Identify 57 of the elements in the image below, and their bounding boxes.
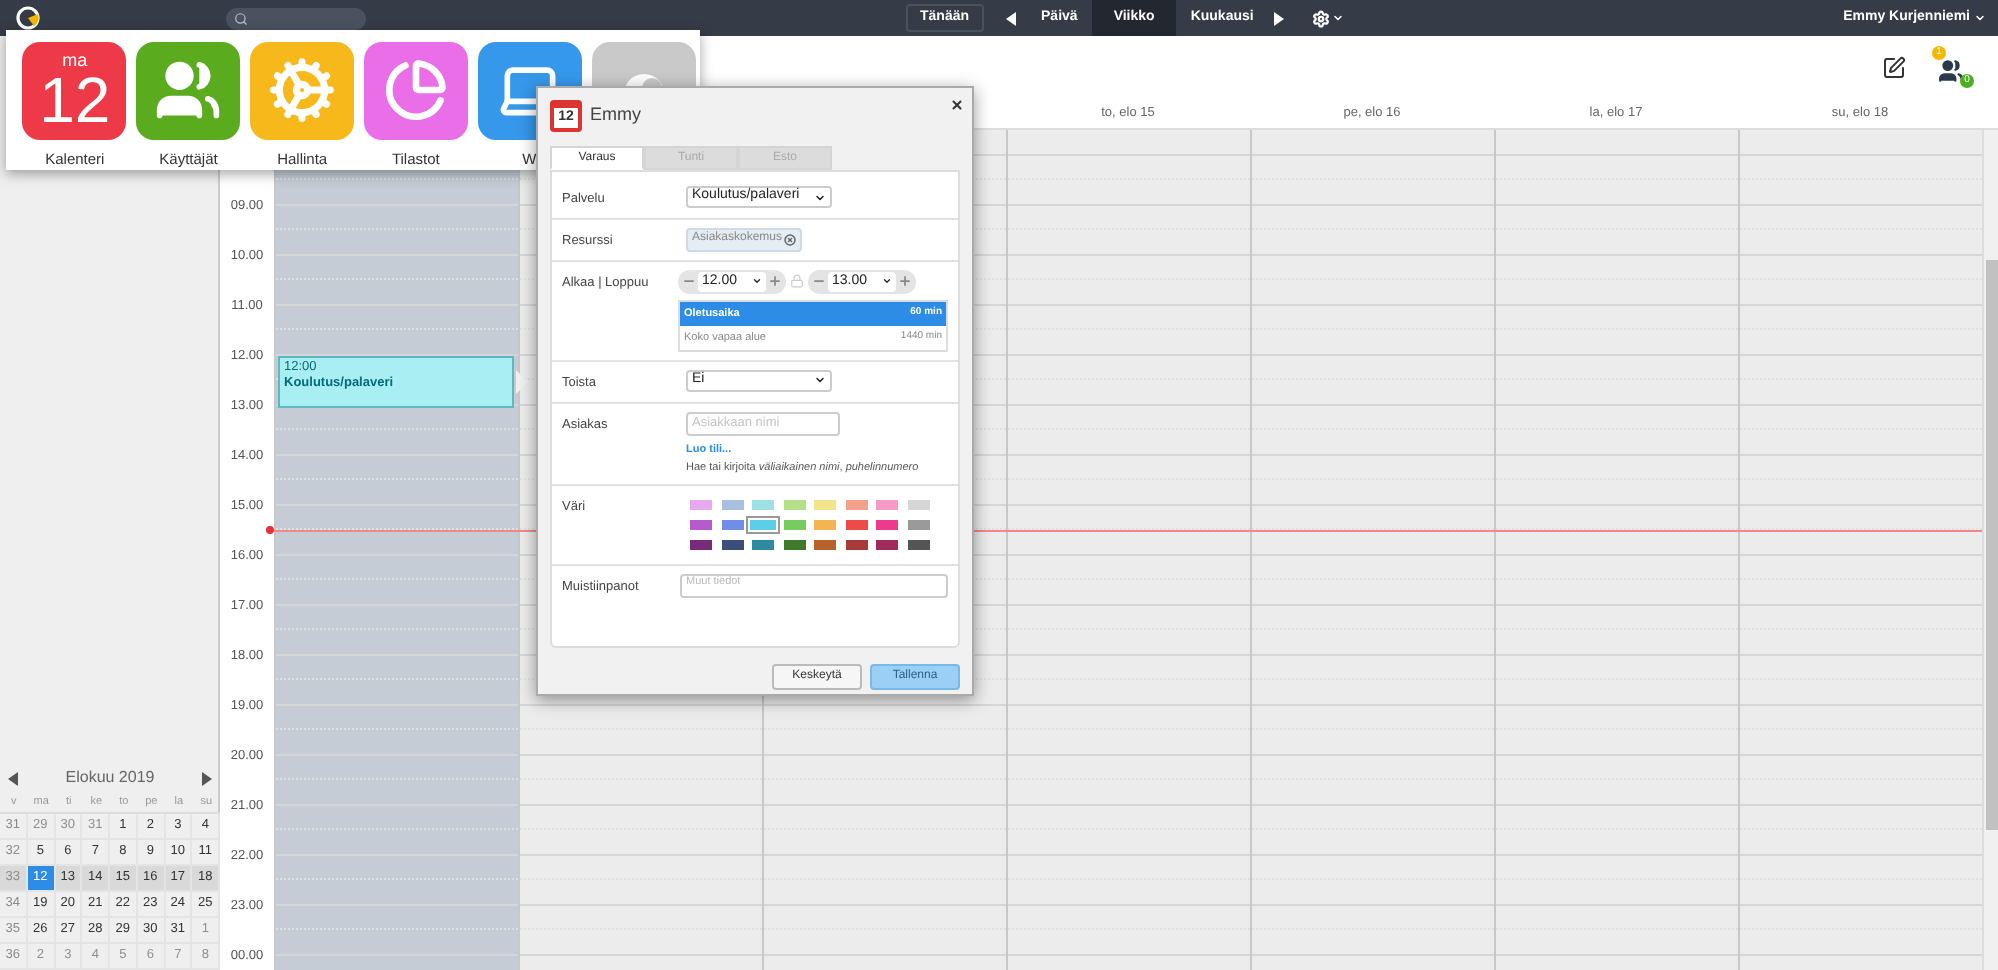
caret-icon: [752, 276, 762, 287]
color-swatch[interactable]: [810, 518, 840, 532]
app-tile[interactable]: ma 12: [22, 42, 127, 140]
color-swatch[interactable]: [810, 498, 840, 512]
previous-month-icon: [8, 771, 18, 785]
dialog-title: Emmy: [590, 102, 641, 129]
app-tile[interactable]: [363, 42, 468, 140]
gear-icon: [1311, 9, 1330, 27]
weekday-text: ma: [62, 52, 88, 71]
caret-icon: [1331, 12, 1344, 24]
scrollbar-thumb[interactable]: [1985, 260, 1997, 830]
color-swatch[interactable]: [779, 538, 809, 552]
plus-icon: [898, 274, 912, 289]
lock-icon: [790, 274, 804, 289]
color-swatch[interactable]: [903, 538, 933, 552]
search-icon: [234, 11, 248, 25]
color-swatch[interactable]: [810, 538, 840, 552]
next-icon: [1274, 11, 1285, 25]
gears-icon: [268, 56, 337, 125]
color-swatch[interactable]: [841, 518, 871, 532]
caret-icon: [814, 374, 826, 387]
previous-icon: [1006, 11, 1017, 25]
color-swatch[interactable]: [841, 538, 871, 552]
color-swatch[interactable]: [903, 518, 933, 532]
app-tile[interactable]: [250, 42, 355, 140]
day-number: 12: [39, 68, 111, 133]
plus-icon: [768, 274, 782, 289]
color-swatch[interactable]: [779, 498, 809, 512]
next-month-icon: [201, 771, 212, 785]
color-swatch[interactable]: [717, 498, 747, 512]
color-swatch[interactable]: [717, 538, 747, 552]
color-swatch[interactable]: [903, 498, 933, 512]
caret-icon: [814, 191, 826, 203]
color-swatch[interactable]: [686, 518, 716, 532]
color-swatch[interactable]: [872, 498, 902, 512]
color-swatch[interactable]: [748, 538, 778, 552]
remove-icon: [784, 233, 797, 246]
search-field[interactable]: [226, 7, 366, 29]
caret-icon: [1974, 12, 1986, 24]
color-swatch[interactable]: [748, 498, 778, 512]
color-swatch[interactable]: [748, 518, 778, 532]
color-swatch[interactable]: [779, 518, 809, 532]
color-swatch[interactable]: [686, 498, 716, 512]
pie-chart-icon: [383, 58, 448, 123]
edit-icon[interactable]: [1882, 56, 1906, 80]
settings-button[interactable]: [1311, 9, 1344, 27]
color-swatch[interactable]: [872, 538, 902, 552]
color-swatch[interactable]: [841, 498, 871, 512]
color-swatch[interactable]: [686, 538, 716, 552]
close-icon[interactable]: [950, 98, 964, 112]
color-swatch[interactable]: [717, 518, 747, 532]
caret-icon: [882, 276, 892, 287]
app-tile[interactable]: [136, 42, 241, 140]
users-icon: [1938, 58, 1964, 84]
month-title: Elokuu 2019: [65, 766, 155, 790]
logo-icon[interactable]: [16, 6, 40, 30]
color-swatch[interactable]: [872, 518, 902, 532]
